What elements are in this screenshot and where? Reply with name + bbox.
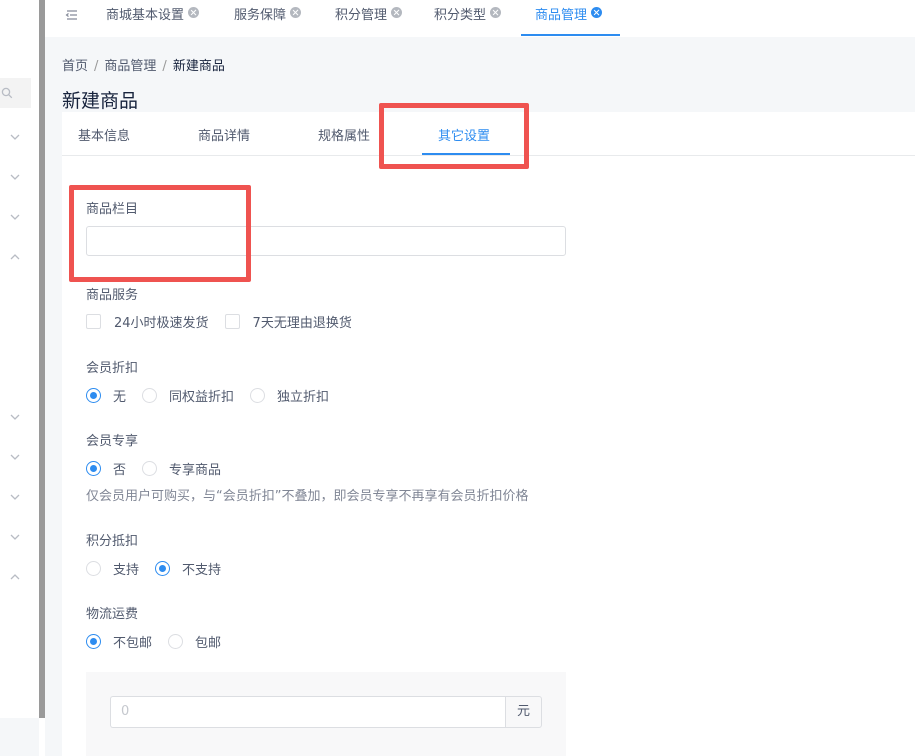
close-icon[interactable] (290, 7, 302, 18)
page-title: 新建商品 (62, 90, 139, 112)
close-icon[interactable] (490, 7, 502, 18)
tab-points-type[interactable]: 积分类型 (434, 0, 502, 37)
tab-bar: 商城基本设置 服务保障 积分管理 积分类型 商品管理 (45, 0, 915, 37)
tab-service-guarantee[interactable]: 服务保障 (234, 0, 302, 37)
sidebar (0, 0, 39, 718)
option-label: 独立折扣 (277, 390, 330, 405)
radio-checked[interactable] (86, 388, 101, 403)
points-deduction-label: 积分抵扣 (86, 534, 139, 549)
close-icon[interactable] (591, 7, 603, 18)
form-tabs: 基本信息 商品详情 规格属性 其它设置 (62, 112, 915, 156)
radio-checked[interactable] (86, 634, 101, 649)
member-exclusive-hint: 仅会员用户可购买，与“会员折扣”不叠加，即会员专享不再享有会员折扣价格 (86, 489, 529, 504)
sidebar-scrollbar[interactable] (39, 0, 45, 718)
service-option-fast-shipping[interactable]: 24小时极速发货 (86, 312, 209, 331)
radio[interactable] (142, 461, 158, 476)
member-discount-label: 会员折扣 (86, 361, 139, 376)
radio[interactable] (250, 388, 266, 403)
points-deduction-support[interactable]: 支持 (86, 559, 139, 578)
sidebar-search[interactable] (0, 78, 31, 108)
member-discount-options: 无 同权益折扣 独立折扣 (86, 386, 345, 405)
chevron-up-icon[interactable] (8, 570, 22, 584)
radio-checked[interactable] (155, 561, 171, 576)
radio-checked[interactable] (86, 461, 101, 476)
active-tab-indicator (422, 153, 510, 155)
breadcrumb-current: 新建商品 (172, 59, 225, 74)
close-icon[interactable] (391, 7, 403, 18)
radio[interactable] (86, 561, 101, 576)
shipping-options: 不包邮 包邮 (86, 632, 237, 651)
tab-label: 商城基本设置 (106, 8, 185, 23)
option-label: 否 (113, 463, 127, 478)
breadcrumb-section[interactable]: 商品管理 (104, 59, 156, 74)
member-discount-independent[interactable]: 独立折扣 (250, 386, 329, 405)
shipping-fee-panel: 0 元 (86, 672, 566, 756)
chevron-down-icon[interactable] (8, 210, 22, 224)
points-deduction-not-support[interactable]: 不支持 (155, 559, 221, 578)
services-options: 24小时极速发货 7天无理由退换货 (86, 312, 368, 331)
member-exclusive-yes[interactable]: 专享商品 (142, 459, 221, 478)
option-label: 支持 (113, 563, 140, 578)
tab-label: 服务保障 (234, 8, 287, 23)
tab-spec-attributes[interactable]: 规格属性 (318, 125, 370, 144)
chevron-down-icon[interactable] (8, 450, 22, 464)
breadcrumb-home[interactable]: 首页 (62, 59, 88, 74)
tab-basic-info[interactable]: 基本信息 (78, 125, 130, 144)
shipping-free[interactable]: 包邮 (168, 632, 221, 651)
shipping-fee-unit: 元 (505, 696, 542, 728)
breadcrumb-separator: / (94, 59, 99, 74)
checkbox[interactable] (86, 314, 101, 329)
member-exclusive-no[interactable]: 否 (86, 459, 126, 478)
member-exclusive-label: 会员专享 (86, 434, 139, 449)
tab-other-settings[interactable]: 其它设置 (438, 125, 490, 144)
tab-mall-settings[interactable]: 商城基本设置 (106, 0, 200, 37)
category-input[interactable] (86, 226, 566, 256)
option-label: 7天无理由退换货 (252, 316, 352, 331)
option-label: 同权益折扣 (169, 390, 235, 405)
member-discount-none[interactable]: 无 (86, 386, 126, 405)
checkbox[interactable] (224, 314, 240, 329)
chevron-down-icon[interactable] (8, 490, 22, 504)
tab-label: 商品管理 (535, 8, 588, 23)
breadcrumb-separator: / (162, 59, 167, 74)
active-tab-indicator (521, 34, 620, 36)
points-deduction-options: 支持 不支持 (86, 559, 237, 578)
close-icon[interactable] (188, 7, 200, 18)
chevron-down-icon[interactable] (8, 170, 22, 184)
service-option-7day-return[interactable]: 7天无理由退换货 (224, 312, 352, 331)
radio[interactable] (168, 634, 184, 649)
form-card: 基本信息 商品详情 规格属性 其它设置 商品栏目 商品服务 24小时极速发货 7… (62, 112, 915, 756)
radio[interactable] (142, 388, 158, 403)
tab-label: 积分类型 (434, 8, 487, 23)
shipping-fee-input[interactable]: 0 (110, 696, 505, 728)
shipping-label: 物流运费 (86, 607, 139, 622)
chevron-up-icon[interactable] (8, 250, 22, 264)
option-label: 不包邮 (113, 636, 153, 651)
services-label: 商品服务 (86, 288, 139, 303)
option-label: 无 (113, 390, 127, 405)
chevron-down-icon[interactable] (8, 130, 22, 144)
chevron-down-icon[interactable] (8, 410, 22, 424)
breadcrumb: 首页 / 商品管理 / 新建商品 (62, 55, 225, 74)
tab-points-management[interactable]: 积分管理 (335, 0, 403, 37)
member-discount-same-rights[interactable]: 同权益折扣 (142, 386, 234, 405)
menu-fold-icon[interactable] (63, 7, 79, 23)
option-label: 24小时极速发货 (114, 316, 209, 331)
tab-label: 积分管理 (335, 8, 388, 23)
category-label: 商品栏目 (86, 202, 139, 217)
search-icon (1, 87, 13, 99)
shipping-not-free[interactable]: 不包邮 (86, 632, 152, 651)
chevron-down-icon[interactable] (8, 530, 22, 544)
option-label: 不支持 (182, 563, 222, 578)
option-label: 包邮 (195, 636, 222, 651)
tab-product-management[interactable]: 商品管理 (535, 0, 603, 37)
option-label: 专享商品 (169, 463, 222, 478)
member-exclusive-options: 否 专享商品 (86, 459, 237, 478)
tab-product-details[interactable]: 商品详情 (198, 125, 250, 144)
scrollbar-track (39, 718, 45, 756)
